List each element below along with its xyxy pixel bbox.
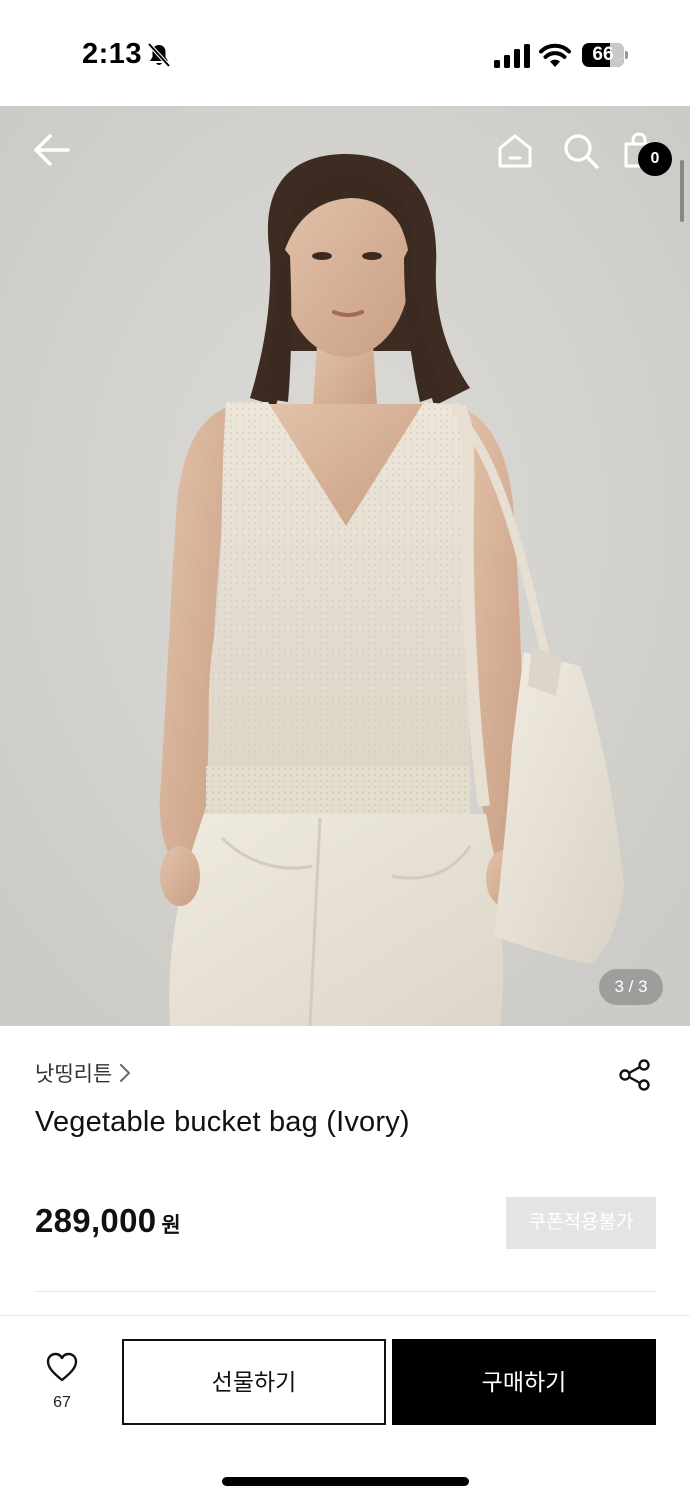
gift-button[interactable]: 선물하기 [122, 1339, 386, 1425]
home-indicator [222, 1477, 469, 1486]
status-time: 2:13 [82, 38, 143, 70]
price-value: 289,000 [35, 1202, 157, 1239]
share-icon[interactable] [618, 1058, 652, 1092]
battery-level: 66 [592, 44, 614, 65]
image-page-counter: 3 / 3 [599, 969, 663, 1005]
wishlist-button[interactable]: 67 [36, 1352, 88, 1412]
cellular-signal-icon [494, 44, 530, 68]
buy-button[interactable]: 구매하기 [392, 1339, 656, 1425]
status-bar: 2:13 66 [0, 0, 690, 106]
product-photo [0, 106, 690, 1026]
divider [35, 1291, 656, 1292]
price: 289,000 원 [35, 1202, 181, 1240]
brand-link[interactable]: 낫띵리튼 [35, 1058, 132, 1088]
wish-count: 67 [53, 1394, 71, 1411]
battery-icon: 66 [582, 43, 628, 67]
product-title: Vegetable bucket bag (Ivory) [35, 1106, 410, 1138]
chevron-right-icon [120, 1064, 131, 1082]
home-icon[interactable] [496, 132, 534, 170]
wifi-icon [539, 43, 571, 67]
product-image-carousel[interactable]: 0 3 / 3 [0, 106, 690, 1026]
search-icon[interactable] [562, 132, 600, 170]
back-arrow-icon[interactable] [30, 132, 72, 168]
brand-name: 낫띵리튼 [35, 1063, 113, 1086]
price-currency: 원 [161, 1214, 181, 1237]
coupon-unavailable-badge: 쿠폰적용불가 [506, 1197, 656, 1249]
scroll-indicator [680, 160, 684, 222]
bell-slash-icon [147, 42, 171, 68]
heart-icon [46, 1352, 78, 1382]
cart-count-badge: 0 [638, 142, 672, 176]
